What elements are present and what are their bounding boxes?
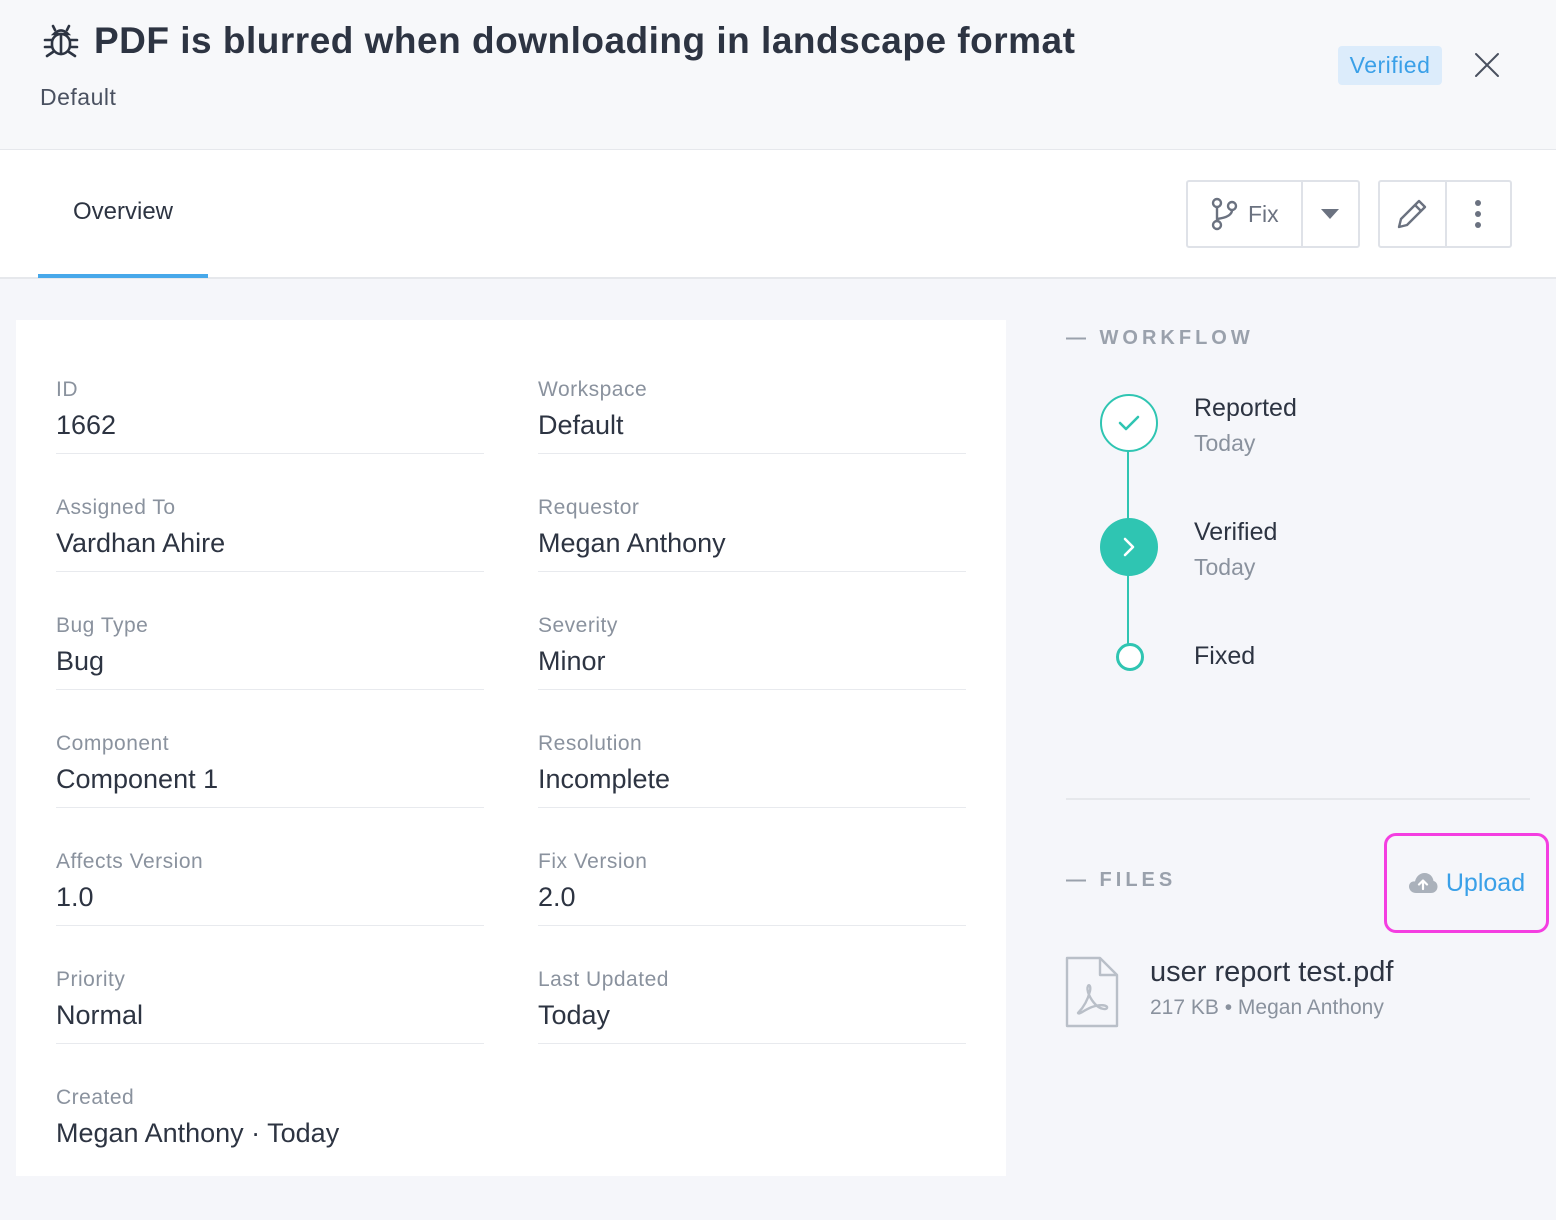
field-value: Today	[538, 1000, 611, 1030]
workflow-step-date: Today	[1194, 554, 1256, 580]
details-card: ID 1662 Workspace Default Assigned To Va…	[16, 320, 1006, 1176]
files-heading: — FILES	[1066, 869, 1177, 891]
tab-overview[interactable]: Overview	[38, 150, 208, 278]
workflow-step-reported-marker	[1100, 394, 1158, 452]
field-value: 1662	[56, 410, 117, 440]
field-label: ID	[56, 378, 78, 401]
field-affects-version: Affects Version 1.0	[56, 808, 484, 926]
pdf-file-icon[interactable]	[1064, 955, 1120, 1029]
field-severity: Severity Minor	[538, 572, 966, 690]
field-value: Default	[538, 410, 624, 440]
file-meta: 217 KB • Megan Anthony	[1150, 996, 1384, 1019]
workflow-step-label: Reported	[1194, 394, 1297, 422]
field-resolution: Resolution Incomplete	[538, 690, 966, 808]
edit-button-group	[1378, 180, 1512, 248]
chevron-right-icon	[1123, 537, 1135, 557]
field-fix-version: Fix Version 2.0	[538, 808, 966, 926]
workflow-heading: — WORKFLOW	[1066, 327, 1254, 349]
title-row: PDF is blurred when downloading in lands…	[40, 20, 1075, 62]
workflow-step-date: Today	[1194, 430, 1256, 456]
upload-label: Upload	[1445, 868, 1526, 897]
status-badge: Verified	[1338, 46, 1442, 85]
upload-button[interactable]: Upload	[1384, 833, 1549, 933]
issue-title: PDF is blurred when downloading in lands…	[94, 20, 1076, 61]
field-label: Last Updated	[538, 968, 669, 991]
workspace-subtitle: Default	[40, 84, 117, 110]
workflow-step-label: Verified	[1194, 518, 1278, 546]
workflow-step-fixed-marker	[1116, 643, 1144, 671]
field-label: Created	[56, 1086, 135, 1109]
field-value: Normal	[56, 1000, 144, 1030]
field-label: Component	[56, 732, 170, 755]
field-label: Resolution	[538, 732, 643, 755]
field-priority: Priority Normal	[56, 926, 484, 1044]
field-id: ID 1662	[56, 336, 484, 454]
field-label: Workspace	[538, 378, 648, 401]
field-assigned-to: Assigned To Vardhan Ahire	[56, 454, 484, 572]
pencil-icon	[1398, 199, 1427, 229]
field-value: Megan Anthony · Today	[56, 1118, 340, 1148]
fix-button[interactable]: Fix	[1188, 182, 1301, 246]
issue-header: PDF is blurred when downloading in lands…	[0, 0, 1556, 150]
field-label: Fix Version	[538, 850, 648, 873]
field-value: Bug	[56, 646, 105, 676]
section-divider	[1066, 798, 1530, 800]
field-value: Megan Anthony	[538, 528, 726, 558]
field-label: Requestor	[538, 496, 640, 519]
branch-icon	[1211, 197, 1238, 231]
field-bug-type: Bug Type Bug	[56, 572, 484, 690]
field-label: Affects Version	[56, 850, 204, 873]
field-label: Assigned To	[56, 496, 176, 519]
workflow-step-verified-marker	[1100, 518, 1158, 576]
edit-button[interactable]	[1380, 182, 1445, 246]
close-button[interactable]	[1470, 48, 1504, 82]
field-value: Minor	[538, 646, 606, 676]
file-name-link[interactable]: user report test.pdf	[1150, 956, 1393, 989]
fix-label: Fix	[1247, 200, 1279, 227]
field-value: 2.0	[538, 882, 576, 912]
close-icon	[1475, 53, 1499, 77]
more-vertical-icon	[1475, 200, 1482, 228]
field-label: Severity	[538, 614, 618, 637]
tab-bar: Overview Fix	[0, 150, 1556, 279]
field-label: Priority	[56, 968, 126, 991]
field-value: Vardhan Ahire	[56, 528, 226, 558]
more-options-button[interactable]	[1444, 182, 1510, 246]
field-divider	[538, 1043, 966, 1044]
workflow-step-label: Fixed	[1194, 642, 1256, 670]
field-workspace: Workspace Default	[538, 336, 966, 454]
field-label: Bug Type	[56, 614, 149, 637]
field-value: Component 1	[56, 764, 219, 794]
cloud-upload-icon	[1408, 873, 1438, 893]
field-last-updated: Last Updated Today	[538, 926, 966, 1044]
field-created: Created Megan Anthony · Today	[56, 1044, 484, 1162]
fix-button-group: Fix	[1186, 180, 1360, 248]
fix-dropdown-button[interactable]	[1300, 182, 1358, 246]
field-requestor: Requestor Megan Anthony	[538, 454, 966, 572]
field-component: Component Component 1	[56, 690, 484, 808]
field-value: Incomplete	[538, 764, 671, 794]
field-value: 1.0	[56, 882, 94, 912]
bug-icon	[40, 20, 82, 62]
caret-down-icon	[1321, 209, 1340, 219]
check-icon	[1118, 415, 1140, 431]
